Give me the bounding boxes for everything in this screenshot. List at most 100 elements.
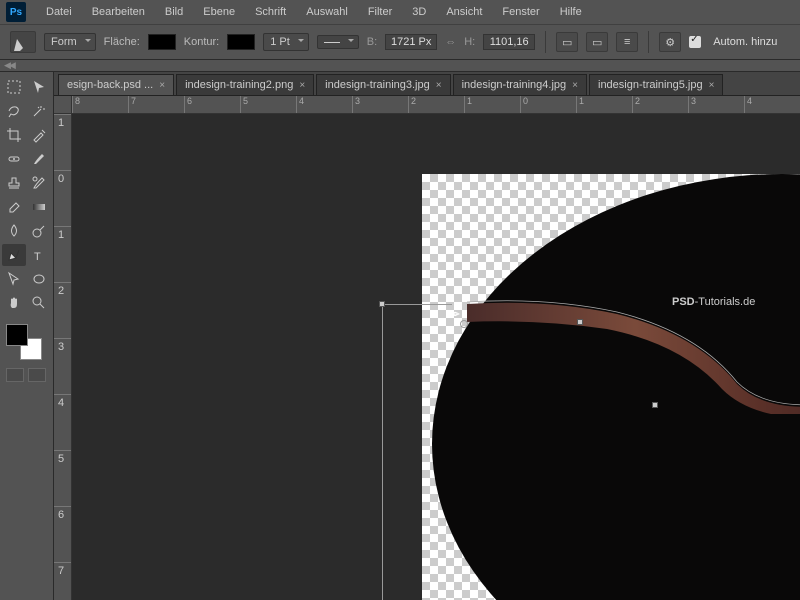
- color-swatches[interactable]: [6, 324, 42, 360]
- path-segment: [382, 304, 383, 600]
- link-wh-icon[interactable]: ⇔: [445, 36, 456, 48]
- menu-ansicht[interactable]: Ansicht: [436, 2, 492, 22]
- shape-tool[interactable]: [28, 268, 52, 290]
- tool-mode-dropdown[interactable]: Form: [44, 33, 96, 51]
- width-field[interactable]: 1721 Px: [385, 34, 437, 50]
- path-select-tool[interactable]: [2, 268, 26, 290]
- close-icon[interactable]: ×: [572, 80, 578, 91]
- close-icon[interactable]: ×: [159, 80, 165, 91]
- rulers-canvas: 8 7 6 5 4 3 2 1 0 1 2 3 4 1 0 1 2 3 4: [54, 96, 800, 600]
- move-tool[interactable]: [28, 76, 52, 98]
- menu-schrift[interactable]: Schrift: [245, 2, 296, 22]
- auto-checkbox[interactable]: [689, 36, 701, 48]
- ruler-vertical[interactable]: 1 0 1 2 3 4 5 6 7 8 9: [54, 114, 72, 600]
- quick-mask-button[interactable]: [28, 368, 46, 382]
- canvas[interactable]: PSD-Tutorials.de ✒: [72, 114, 800, 600]
- eyedropper-tool[interactable]: [28, 124, 52, 146]
- options-bar: Form Fläche: Kontur: 1 Pt B: 1721 Px ⇔ H…: [0, 24, 800, 60]
- close-icon[interactable]: ×: [436, 80, 442, 91]
- wand-tool[interactable]: [28, 100, 52, 122]
- gear-icon[interactable]: ⚙: [659, 32, 681, 52]
- ruler-origin[interactable]: [54, 96, 72, 114]
- gradient-tool[interactable]: [28, 196, 52, 218]
- menu-auswahl[interactable]: Auswahl: [296, 2, 358, 22]
- auto-label: Autom. hinzu: [713, 36, 777, 48]
- brush-tool[interactable]: [28, 148, 52, 170]
- svg-text:T: T: [34, 251, 41, 263]
- ruler-tick: 2: [408, 96, 464, 113]
- ruler-tick: 8: [72, 96, 128, 113]
- ruler-tick: 4: [744, 96, 800, 113]
- path-anchor[interactable]: [379, 301, 385, 307]
- ruler-tick: 3: [352, 96, 408, 113]
- ruler-horizontal[interactable]: 8 7 6 5 4 3 2 1 0 1 2 3 4: [72, 96, 800, 114]
- blur-tool[interactable]: [2, 220, 26, 242]
- lasso-tool[interactable]: [2, 100, 26, 122]
- active-tool-icon[interactable]: [10, 31, 36, 53]
- path-anchor[interactable]: [652, 402, 658, 408]
- toolbar: T: [0, 72, 54, 600]
- ruler-tick: 6: [54, 506, 71, 562]
- path-ops-button[interactable]: ▭: [586, 32, 608, 52]
- heal-tool[interactable]: [2, 148, 26, 170]
- arrange-button[interactable]: ≡: [616, 32, 638, 52]
- crop-tool[interactable]: [2, 124, 26, 146]
- screen-mode-button[interactable]: [6, 368, 24, 382]
- zoom-tool[interactable]: [28, 292, 52, 314]
- menu-datei[interactable]: Datei: [36, 2, 82, 22]
- menu-hilfe[interactable]: Hilfe: [550, 2, 592, 22]
- document-tab[interactable]: indesign-training3.jpg ×: [316, 74, 450, 95]
- tab-label: indesign-training3.jpg: [325, 79, 430, 91]
- path-anchor[interactable]: [577, 319, 583, 325]
- align-edges-button[interactable]: ▭: [556, 32, 578, 52]
- fill-swatch[interactable]: [148, 34, 176, 50]
- ruler-tick: 7: [54, 562, 71, 600]
- type-tool[interactable]: T: [28, 244, 52, 266]
- fill-label: Fläche:: [104, 36, 140, 48]
- menu-bild[interactable]: Bild: [155, 2, 193, 22]
- pen-tool[interactable]: [2, 244, 26, 266]
- document-tab[interactable]: indesign-training2.png ×: [176, 74, 314, 95]
- document-tab[interactable]: indesign-training4.jpg ×: [453, 74, 587, 95]
- app-logo[interactable]: Ps: [6, 2, 26, 22]
- ruler-tick: 0: [54, 170, 71, 226]
- eraser-tool[interactable]: [2, 196, 26, 218]
- close-icon[interactable]: ×: [709, 80, 715, 91]
- stroke-swatch[interactable]: [227, 34, 255, 50]
- ruler-tick: 5: [240, 96, 296, 113]
- menu-3d[interactable]: 3D: [402, 2, 436, 22]
- menu-fenster[interactable]: Fenster: [492, 2, 549, 22]
- marquee-tool[interactable]: [2, 76, 26, 98]
- stroke-style-dropdown[interactable]: [317, 35, 359, 49]
- document-tab[interactable]: esign-back.psd ...×: [58, 74, 174, 95]
- hand-tool[interactable]: [2, 292, 26, 314]
- tab-label: indesign-training4.jpg: [462, 79, 567, 91]
- panel-collapse-strip[interactable]: ◀◀: [0, 60, 800, 72]
- ruler-tick: 1: [464, 96, 520, 113]
- divider: [648, 31, 649, 53]
- ruler-tick: 3: [54, 338, 71, 394]
- menu-bearbeiten[interactable]: Bearbeiten: [82, 2, 155, 22]
- close-icon[interactable]: ×: [299, 80, 305, 91]
- menu-filter[interactable]: Filter: [358, 2, 402, 22]
- stroke-width-dropdown[interactable]: 1 Pt: [263, 33, 309, 51]
- pen-cursor-ring-icon: [460, 320, 468, 328]
- divider: [545, 31, 546, 53]
- ruler-tick: 5: [54, 450, 71, 506]
- ruler-tick: 6: [184, 96, 240, 113]
- width-label: B:: [367, 36, 377, 48]
- document-area: esign-back.psd ...× indesign-training2.p…: [54, 72, 800, 600]
- fg-color[interactable]: [6, 324, 28, 346]
- document-tab[interactable]: indesign-training5.jpg×: [589, 74, 723, 95]
- ruler-tick: 1: [576, 96, 632, 113]
- path-segment: [382, 304, 452, 305]
- dodge-tool[interactable]: [28, 220, 52, 242]
- ruler-tick: 2: [632, 96, 688, 113]
- stroke-label: Kontur:: [184, 36, 219, 48]
- tab-label: indesign-training2.png: [185, 79, 293, 91]
- ruler-tick: 1: [54, 114, 71, 170]
- stamp-tool[interactable]: [2, 172, 26, 194]
- history-brush-tool[interactable]: [28, 172, 52, 194]
- height-field[interactable]: 1101,16: [483, 34, 535, 50]
- menu-ebene[interactable]: Ebene: [193, 2, 245, 22]
